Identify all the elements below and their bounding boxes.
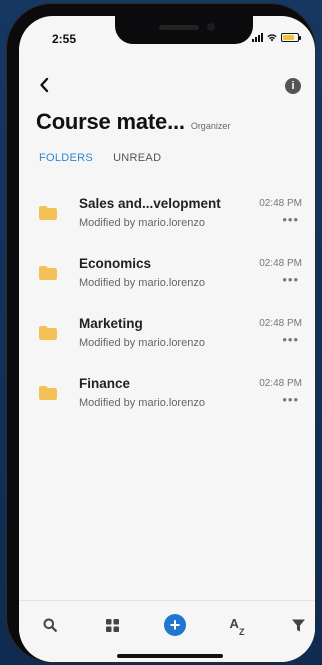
page-title: Course mate... <box>36 109 185 134</box>
sort-label-z: Z <box>238 626 245 637</box>
filter-button[interactable] <box>284 613 312 637</box>
add-button[interactable]: + <box>161 613 189 637</box>
folder-icon <box>39 206 57 220</box>
folder-modified: Modified by mario.lorenzo <box>79 217 205 229</box>
info-button[interactable]: i <box>285 78 301 94</box>
page-subtitle: Organizer <box>190 121 231 131</box>
folder-modified: Modified by mario.lorenzo <box>79 337 205 349</box>
folder-icon <box>39 386 57 400</box>
folder-name: Sales and...velopment <box>79 196 221 211</box>
folder-time: 02:48 PM <box>259 198 302 209</box>
tab-bar: FOLDERS UNREAD <box>39 152 161 164</box>
filter-icon <box>291 619 305 631</box>
chevron-left-icon <box>40 77 49 93</box>
signal-icon <box>252 33 263 42</box>
back-button[interactable] <box>35 74 53 96</box>
status-icons <box>252 33 301 42</box>
battery-level <box>283 35 294 40</box>
tab-folders[interactable]: FOLDERS <box>39 152 93 164</box>
folder-icon <box>39 326 57 340</box>
plus-circle-icon: + <box>164 614 186 636</box>
folder-name: Finance <box>79 376 131 391</box>
list-item[interactable]: Marketing Modified by mario.lorenzo 02:4… <box>19 306 315 366</box>
folder-name: Marketing <box>79 316 143 331</box>
more-icon[interactable]: ••• <box>282 332 299 347</box>
folder-modified: Modified by mario.lorenzo <box>79 397 205 409</box>
tab-unread[interactable]: UNREAD <box>113 152 161 164</box>
folder-list: Sales and...velopment Modified by mario.… <box>19 186 315 426</box>
wifi-icon <box>267 34 277 42</box>
info-icon: i <box>291 80 295 92</box>
app-screen: 2:55 i Course mate... Organizer FOLDERS … <box>19 16 315 662</box>
speaker <box>159 25 199 30</box>
folder-icon <box>39 266 57 280</box>
more-icon[interactable]: ••• <box>282 212 299 227</box>
notch <box>115 16 253 44</box>
phone-frame: 2:55 i Course mate... Organizer FOLDERS … <box>6 3 316 663</box>
camera <box>207 23 215 31</box>
sort-button[interactable]: AZ <box>223 613 251 637</box>
list-item[interactable]: Sales and...velopment Modified by mario.… <box>19 186 315 246</box>
list-item[interactable]: Economics Modified by mario.lorenzo 02:4… <box>19 246 315 306</box>
status-time: 2:55 <box>52 32 77 46</box>
bottom-toolbar: + AZ <box>19 600 315 662</box>
sort-az-icon: AZ <box>229 616 245 637</box>
folder-modified: Modified by mario.lorenzo <box>79 277 205 289</box>
grid-view-button[interactable] <box>98 613 126 637</box>
folder-time: 02:48 PM <box>259 258 302 269</box>
folder-time: 02:48 PM <box>259 318 302 329</box>
more-icon[interactable]: ••• <box>282 272 299 287</box>
sort-label-a: A <box>229 616 239 632</box>
folder-name: Economics <box>79 256 152 271</box>
home-indicator <box>117 654 223 658</box>
list-item[interactable]: Finance Modified by mario.lorenzo 02:48 … <box>19 366 315 426</box>
search-icon <box>43 618 57 632</box>
search-button[interactable] <box>36 613 64 637</box>
folder-time: 02:48 PM <box>259 378 302 389</box>
grid-icon <box>105 618 119 632</box>
more-icon[interactable]: ••• <box>282 392 299 407</box>
battery-icon <box>281 33 301 42</box>
title-row: Course mate... Organizer <box>36 109 230 135</box>
